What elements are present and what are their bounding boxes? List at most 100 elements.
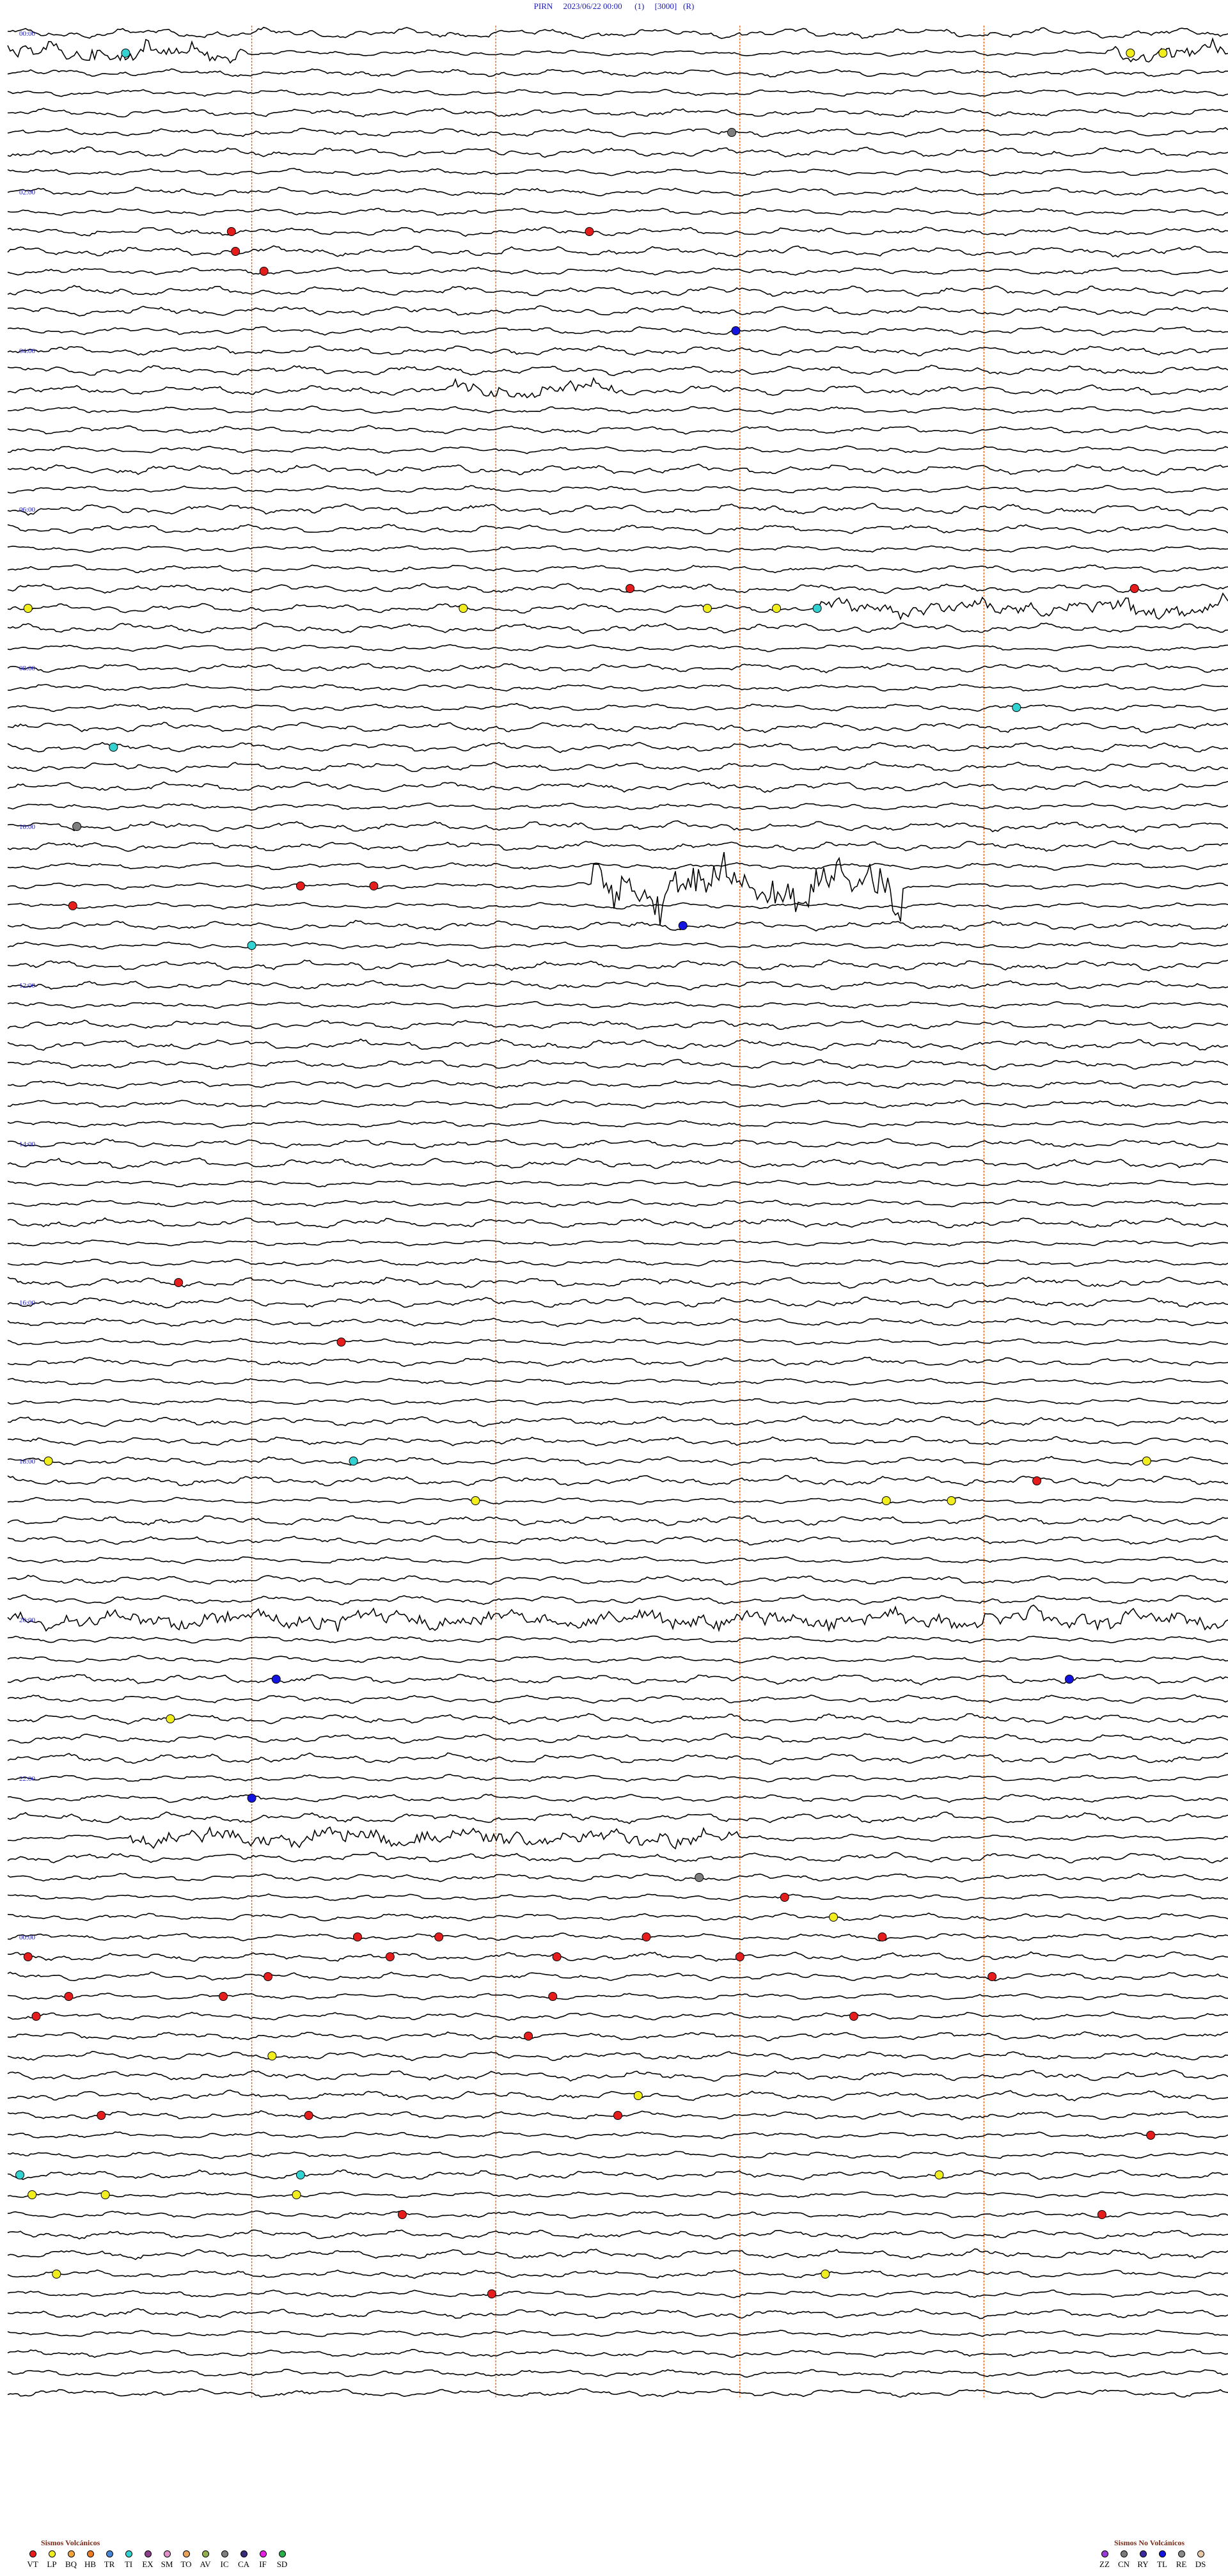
event-marker-ic [695,1873,704,1882]
event-marker-vt [642,1932,651,1941]
event-marker-ti [1012,703,1021,712]
legend-volcanic: Sismos Volcánicos VT LP BQ HB TR TI EX SM TO AV IC… [23,2538,292,2570]
trace-row [7,425,1228,435]
trace-row [7,1276,1228,1289]
event-marker-vt [174,1278,184,1287]
trace-row [7,345,1228,357]
trace-row [7,902,1228,910]
trace-row [7,1157,1228,1170]
legend-nonvolcanic-tl-label: TL [1157,2559,1167,2569]
hour-label: 16:00 [19,1299,36,1307]
legend-volcanic-lp-swatch [48,2550,56,2557]
trace-row [7,1893,1228,1902]
trace-row [7,564,1228,574]
trace-row [7,2329,1228,2338]
event-marker-ti [247,941,256,950]
trace-row [7,702,1228,713]
event-marker-vt [849,2012,858,2021]
event-marker-ic [72,822,82,831]
trace-row [7,1733,1228,1744]
legend-volcanic-av: AV [196,2550,215,2570]
trace-row [7,841,1228,852]
event-marker-vt [64,1992,74,2001]
trace-row [7,37,1228,64]
trace-row [7,2388,1228,2399]
trace-row [7,2289,1228,2298]
trace-row [7,2368,1228,2378]
trace-row [7,68,1228,78]
trace-row [7,1138,1228,1150]
trace-row [7,207,1228,216]
event-marker-lp [100,2190,110,2199]
event-marker-lp [1158,49,1168,58]
legend-volcanic-ex-swatch [144,2550,152,2557]
trace-row [7,1673,1228,1686]
event-marker-ti [15,2170,25,2179]
legend-volcanic-hb-swatch [86,2550,94,2557]
trace-row [7,545,1228,553]
legend-volcanic-vt-swatch [29,2550,36,2557]
event-marker-vt [352,1932,362,1941]
legend-volcanic-sm: SM [157,2550,177,2570]
gain-value: [3000] [654,1,677,11]
trace-row [7,2210,1228,2219]
legend-volcanic-sd-label: SD [276,2559,288,2569]
trace-row [7,2089,1228,2102]
trace-row [7,226,1228,237]
legend-volcanic-ca: CA [234,2550,253,2570]
trace-row [7,485,1228,494]
trace-row [7,1594,1228,1606]
trace-row [7,1992,1228,2000]
trace-row [7,326,1228,336]
trace-row [7,1811,1228,1824]
event-marker-lp [633,2091,643,2100]
trace-row [7,2248,1228,2261]
event-marker-lp [1142,1457,1151,1466]
legend-volcanic-ic-label: IC [220,2559,229,2569]
legend-volcanic-ex: EX [138,2550,157,2570]
legend-nonvolcanic-ds-swatch [1197,2550,1204,2557]
legend-volcanic-sd-swatch [278,2550,286,2557]
legend-nonvolcanic-title: Sismos No Volcánicos [1114,2538,1185,2547]
hour-label: 02:00 [19,189,36,196]
trace-row [7,1180,1228,1188]
trace-row [7,1604,1228,1632]
event-marker-vt [1146,2131,1156,2140]
legend-volcanic-ex-label: EX [142,2559,154,2569]
event-marker-vt [548,1992,558,2001]
trace-row [7,780,1228,793]
legend-volcanic-ca-label: CA [237,2559,250,2569]
legend-volcanic-lp: LP [42,2550,61,2570]
hour-label: 12:00 [19,982,36,990]
trace-row [7,1415,1228,1427]
event-marker-vt [23,1952,33,1961]
event-marker-lp [52,2270,61,2279]
event-marker-vt [68,901,77,910]
trace-row [7,1398,1228,1406]
legend-volcanic-to-label: TO [180,2559,192,2569]
event-marker-tl [1064,1675,1074,1684]
trace-row [7,2191,1228,2199]
legend-volcanic-tr-swatch [106,2550,113,2557]
trace-row [7,2011,1228,2021]
event-marker-vt [31,2012,41,2021]
legend-nonvolcanic-zz-swatch [1101,2550,1108,2557]
event-marker-tl [247,1794,256,1803]
trace-row [7,919,1228,932]
trace-row [7,1038,1228,1051]
trace-row [7,1515,1228,1526]
event-marker-lp [459,604,468,613]
event-marker-vt [1097,2210,1106,2219]
legend-volcanic-av-swatch [201,2550,209,2557]
trace-row [7,127,1228,138]
event-marker-ti [121,49,130,58]
legend-volcanic-av-label: AV [200,2559,211,2569]
trace-row [7,622,1228,635]
trace-row [7,1713,1228,1725]
trace-row [7,2169,1228,2181]
trace-row [7,959,1228,972]
legend-volcanic-bq: BQ [61,2550,81,2570]
trace-row [7,377,1228,399]
trace-row [7,1972,1228,1982]
trace-row [7,1217,1228,1229]
